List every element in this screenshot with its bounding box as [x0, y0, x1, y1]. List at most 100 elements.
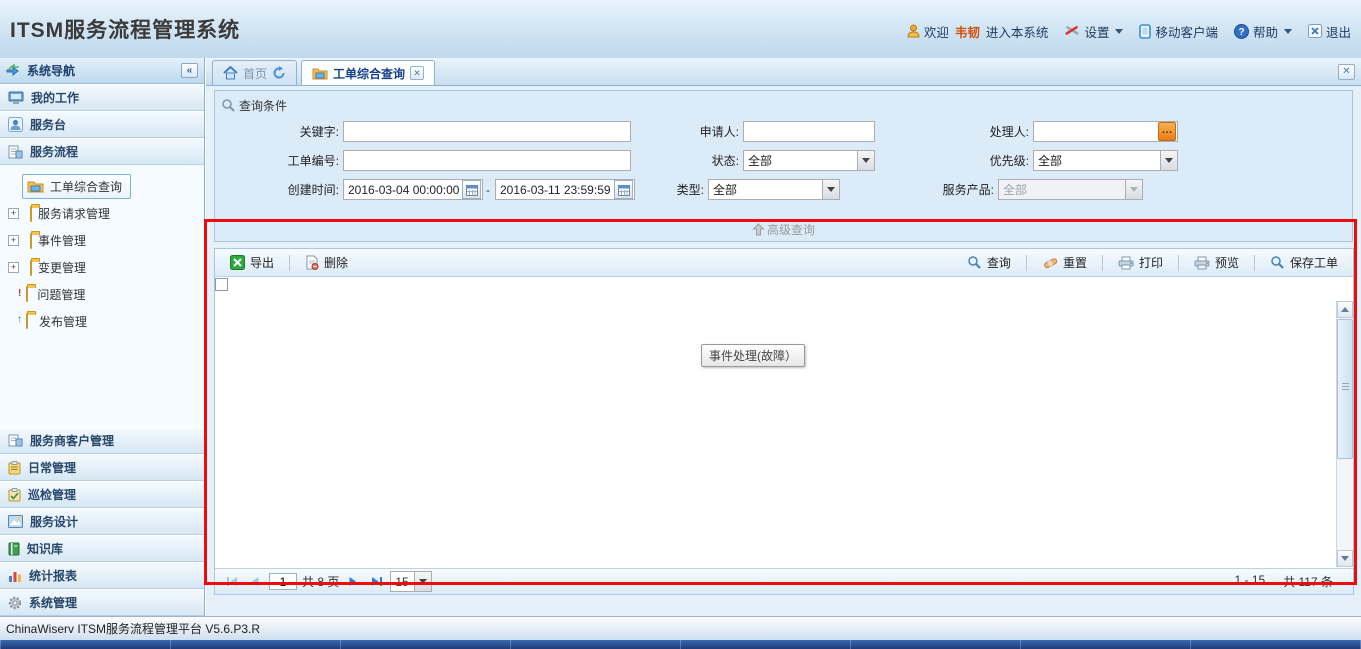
next-page-button[interactable] — [344, 573, 362, 591]
folder-window-icon — [312, 67, 328, 80]
page-size-select[interactable]: 15 — [390, 571, 432, 592]
sidebar-item-label: 服务流程 — [30, 143, 78, 160]
help-icon: ? — [1234, 24, 1249, 39]
tab-home[interactable]: 首页 — [212, 60, 297, 85]
username[interactable]: 韦韧 — [955, 22, 980, 41]
advanced-query-link[interactable]: 高级查询 — [752, 221, 815, 238]
sidebar-tree: 工单综合查询+服务请求管理+事件管理+变更管理!问题管理↑发布管理 — [0, 165, 204, 427]
expand-plus-icon[interactable]: + — [8, 235, 19, 246]
status-select[interactable]: 全部 — [743, 150, 875, 171]
preview-button[interactable]: 预览 — [1185, 251, 1248, 274]
priority-select[interactable]: 全部 — [1033, 150, 1178, 171]
dropdown-arrow-icon — [414, 572, 431, 591]
table-header-row — [215, 277, 1338, 291]
tab-order-query[interactable]: 工单综合查询 ✕ — [301, 60, 435, 85]
applicant-input[interactable] — [743, 121, 875, 142]
select-all-checkbox[interactable] — [215, 278, 228, 291]
status-bar-text: ChinaWiserv ITSM服务流程管理平台 V5.6.P3.R — [6, 620, 260, 637]
sidebar-item-knowledge[interactable]: 知识库 — [0, 535, 204, 562]
mobile-client-link[interactable]: 移动客户端 — [1139, 22, 1218, 41]
help-menu[interactable]: ? 帮助 — [1234, 22, 1292, 41]
system-icon — [8, 596, 22, 610]
sidebar-item-label: 日常管理 — [28, 459, 76, 476]
settings-menu[interactable]: 设置 — [1064, 22, 1123, 41]
grid-panel: 导出 删除 查询 — [214, 248, 1354, 595]
navigation-icon — [6, 64, 21, 77]
sidebar-item-label: 系统管理 — [29, 594, 77, 611]
sidebar-item-label: 我的工作 — [31, 89, 79, 106]
close-box-icon — [1308, 24, 1322, 38]
tree-item-label: 事件管理 — [38, 232, 86, 249]
tree-item-change[interactable]: + 变更管理 — [0, 254, 204, 281]
app-title: ITSM服务流程管理系统 — [10, 14, 240, 44]
delete-doc-icon — [305, 255, 319, 270]
keyword-input[interactable] — [343, 121, 631, 142]
total-pages-label: 共 8 页 — [302, 573, 339, 590]
sidebar-item-my-work[interactable]: 我的工作 — [0, 84, 204, 111]
svg-text:?: ? — [1238, 27, 1244, 38]
work-order-table — [215, 277, 1338, 291]
first-page-button[interactable] — [223, 573, 241, 591]
tree-item-order-query[interactable]: 工单综合查询 — [0, 173, 204, 200]
status-label: 状态: — [631, 152, 743, 169]
problem-icon: ! — [26, 294, 31, 296]
print-button[interactable]: 打印 — [1109, 251, 1172, 274]
sidebar-item-label: 巡检管理 — [28, 486, 76, 503]
tree-item-service-request[interactable]: +服务请求管理 — [0, 200, 204, 227]
status-bar: ChinaWiserv ITSM服务流程管理平台 V5.6.P3.R — [0, 616, 1361, 640]
tools-icon — [1064, 24, 1080, 38]
calendar-icon[interactable] — [462, 180, 481, 199]
delete-button[interactable]: 删除 — [296, 251, 357, 274]
order-no-input[interactable] — [343, 150, 631, 171]
release-icon: ↑ — [26, 321, 33, 323]
sidebar-collapse-button[interactable]: « — [181, 63, 198, 78]
os-taskbar[interactable] — [0, 640, 1361, 649]
logout-button[interactable]: 退出 — [1308, 22, 1351, 41]
sidebar-item-report[interactable]: 统计报表 — [0, 562, 204, 589]
cell-tooltip: 事件处理(故障） — [701, 344, 805, 367]
panel-close-icon[interactable]: ✕ — [1338, 64, 1355, 80]
type-select[interactable]: 全部 — [708, 179, 840, 200]
sidebar-item-service-desk[interactable]: 服务台 — [0, 111, 204, 138]
sidebar-item-service-design[interactable]: 服务设计 — [0, 508, 204, 535]
last-page-button[interactable] — [367, 573, 385, 591]
save-order-button[interactable]: 保存工单 — [1261, 251, 1347, 274]
priority-label: 优先级: — [875, 152, 1033, 169]
product-select: 全部 — [998, 179, 1143, 200]
expand-plus-icon[interactable]: + — [8, 208, 19, 219]
order-no-label: 工单编号: — [215, 152, 343, 169]
tree-item-problem[interactable]: ! 问题管理 — [0, 281, 204, 308]
scrollbar-thumb[interactable] — [1337, 319, 1353, 459]
export-button[interactable]: 导出 — [221, 251, 283, 274]
scroll-down-icon[interactable] — [1337, 550, 1353, 567]
calendar-icon[interactable] — [614, 180, 633, 199]
sidebar-item-service-process[interactable]: 服务流程 — [0, 138, 204, 165]
search-button[interactable]: 查询 — [958, 251, 1020, 274]
tab-close-icon[interactable]: ✕ — [410, 66, 424, 80]
tree-item-label: 问题管理 — [37, 286, 85, 303]
keyword-label: 关键字: — [215, 123, 343, 140]
scroll-up-icon[interactable] — [1337, 301, 1353, 318]
tree-item-label: 变更管理 — [38, 259, 86, 276]
vertical-scrollbar[interactable] — [1336, 301, 1353, 567]
grid-table-area — [215, 277, 1353, 568]
reset-button[interactable]: 重置 — [1033, 251, 1096, 274]
handler-input[interactable] — [1033, 121, 1178, 142]
refresh-icon[interactable] — [272, 66, 286, 80]
sidebar-item-system[interactable]: 系统管理 — [0, 589, 204, 616]
page-number-input[interactable] — [269, 573, 297, 590]
sidebar-item-label: 知识库 — [27, 540, 63, 557]
applicant-label: 申请人: — [631, 123, 743, 140]
order-query-icon — [27, 180, 44, 193]
tree-item-incident[interactable]: + 事件管理 — [0, 227, 204, 254]
handler-picker-button[interactable]: … — [1158, 122, 1176, 141]
service-process-icon — [8, 145, 23, 159]
prev-page-button[interactable] — [246, 573, 264, 591]
inspection-icon — [8, 488, 21, 502]
sidebar-item-vendor-customer[interactable]: 服务商客户管理 — [0, 427, 204, 454]
sidebar-item-daily[interactable]: 日常管理 — [0, 454, 204, 481]
expand-plus-icon[interactable]: + — [8, 262, 19, 273]
tree-item-release[interactable]: ↑发布管理 — [0, 308, 204, 335]
query-panel: 查询条件 关键字: 申请人: 处理人: … 工单编号: 状态: — [214, 90, 1353, 242]
sidebar-item-inspection[interactable]: 巡检管理 — [0, 481, 204, 508]
